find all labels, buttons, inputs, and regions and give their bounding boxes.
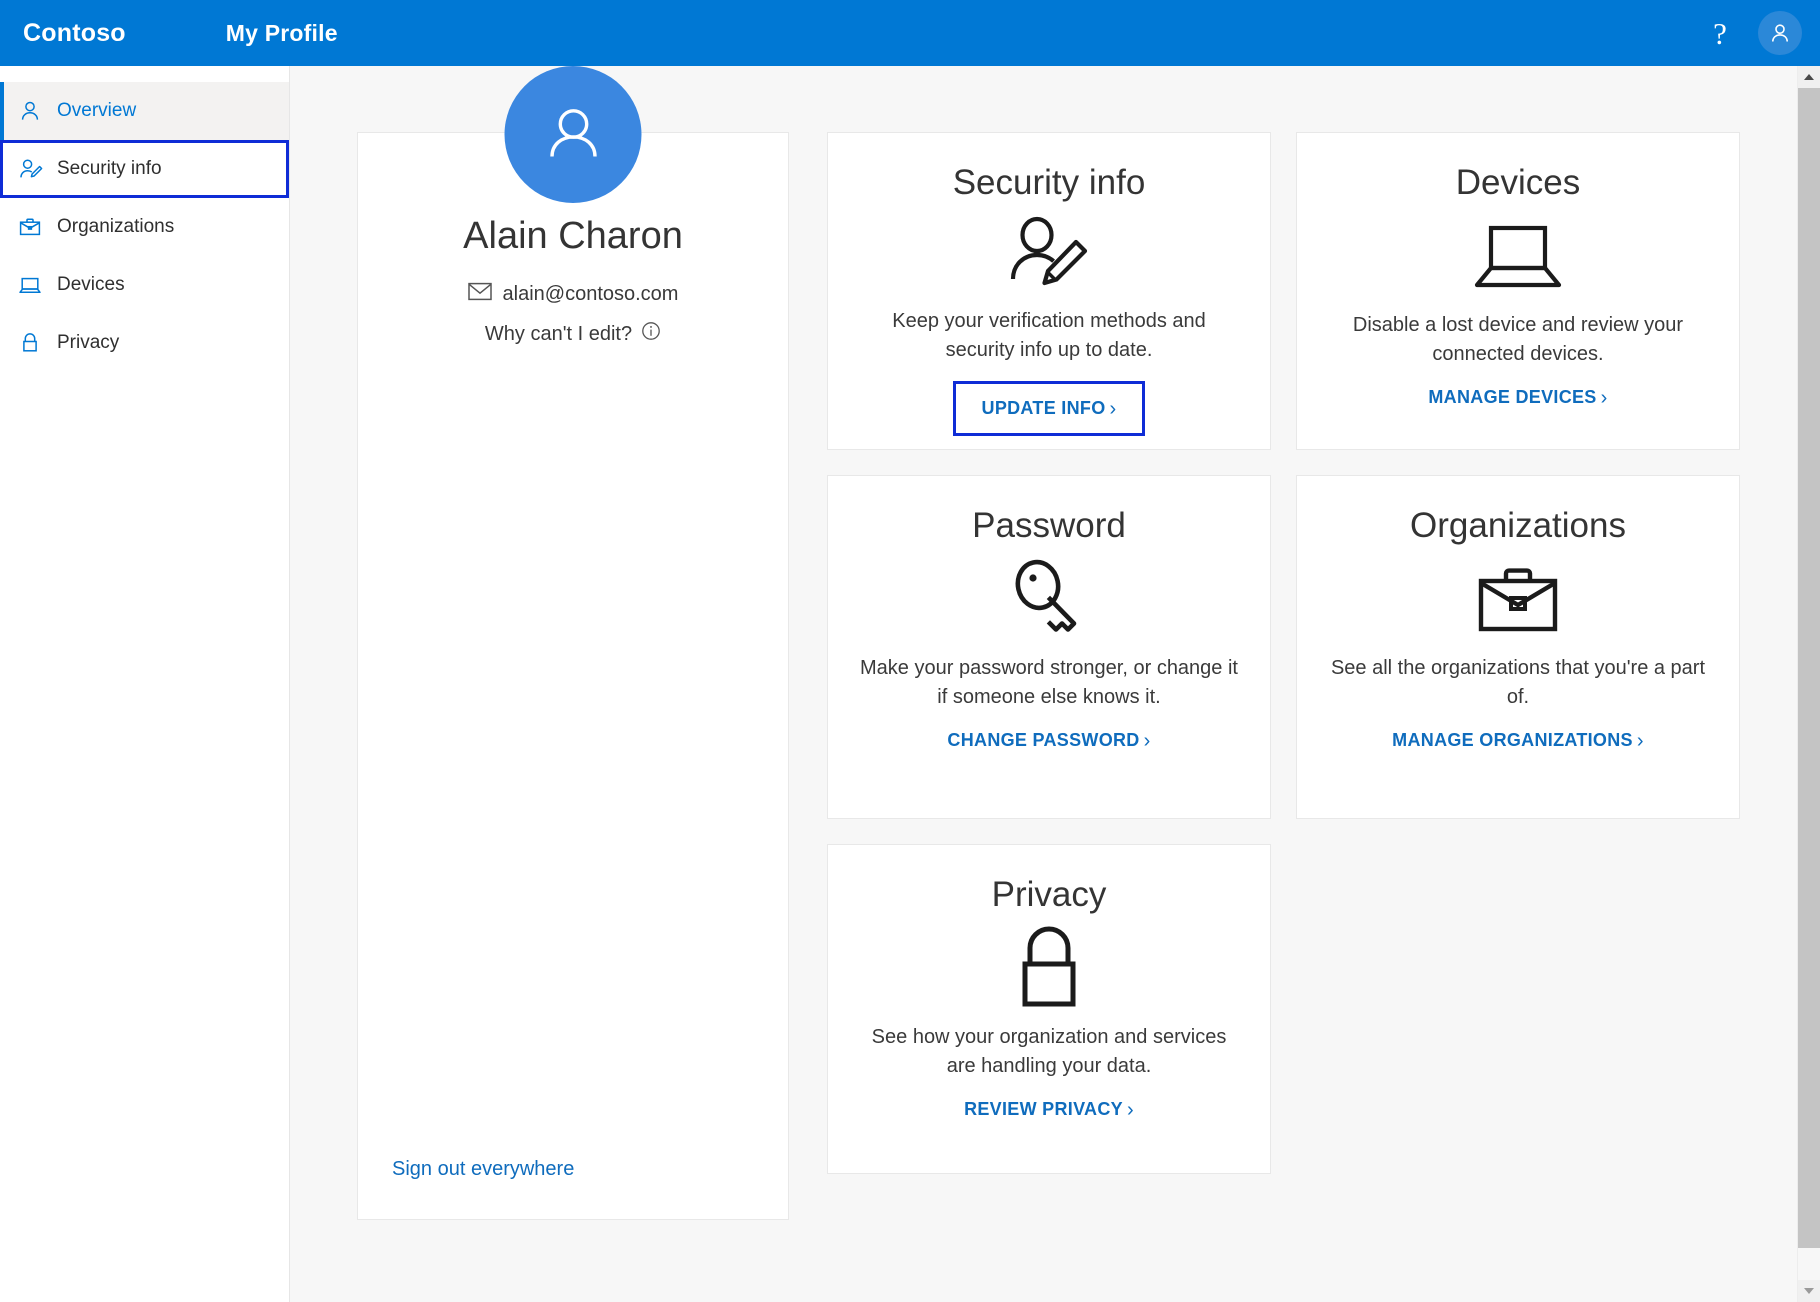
- review-privacy-label: REVIEW PRIVACY: [964, 1099, 1123, 1120]
- top-navigation-bar: Contoso My Profile ?: [0, 0, 1820, 66]
- lock-icon: [1013, 927, 1085, 1011]
- sidebar-item-label: Overview: [57, 100, 136, 122]
- update-info-link[interactable]: UPDATE INFO ›: [953, 381, 1146, 436]
- vertical-scrollbar[interactable]: [1797, 66, 1820, 1302]
- card-privacy: Privacy See how your organization and se…: [827, 844, 1271, 1174]
- scrollbar-thumb[interactable]: [1798, 88, 1820, 1248]
- account-avatar-button[interactable]: [1758, 11, 1802, 55]
- card-organizations: Organizations See all the organizations …: [1296, 475, 1740, 819]
- laptop-icon: [1473, 215, 1563, 299]
- person-icon: [536, 98, 610, 172]
- card-description: See all the organizations that you're a …: [1328, 654, 1708, 712]
- card-title: Password: [972, 506, 1126, 546]
- chevron-right-icon: ›: [1601, 388, 1608, 408]
- card-devices: Devices Disable a lost device and review…: [1296, 132, 1740, 450]
- app-title: My Profile: [226, 20, 338, 47]
- card-password: Password Make your password stronger, or…: [827, 475, 1271, 819]
- card-title: Privacy: [992, 875, 1107, 915]
- chevron-right-icon: ›: [1637, 731, 1644, 751]
- sign-out-everywhere-link[interactable]: Sign out everywhere: [392, 1158, 574, 1181]
- profile-card: Alain Charon alain@contoso.com: [357, 132, 789, 1220]
- topbar-actions: ?: [1700, 11, 1820, 55]
- sidebar-item-label: Security info: [57, 158, 162, 180]
- manage-devices-link[interactable]: MANAGE DEVICES ›: [1424, 385, 1611, 410]
- change-password-link[interactable]: CHANGE PASSWORD ›: [943, 728, 1154, 753]
- manage-devices-label: MANAGE DEVICES: [1428, 387, 1596, 408]
- sidebar-navigation: Overview Security info: [0, 66, 290, 1302]
- card-description: Disable a lost device and review your co…: [1328, 311, 1708, 369]
- my-profile-page: Contoso My Profile ? Ov: [0, 0, 1820, 1302]
- sidebar-item-overview[interactable]: Overview: [0, 82, 289, 140]
- scrollbar-track[interactable]: [1798, 88, 1820, 1280]
- profile-email: alain@contoso.com: [503, 283, 679, 306]
- card-description: See how your organization and services a…: [859, 1023, 1239, 1081]
- lock-icon: [17, 330, 43, 356]
- key-icon: [1008, 558, 1090, 642]
- sidebar-item-organizations[interactable]: Organizations: [0, 198, 289, 256]
- why-cant-i-edit-row[interactable]: Why can't I edit?: [358, 321, 788, 347]
- card-description: Keep your verification methods and secur…: [859, 307, 1239, 365]
- card-title: Devices: [1456, 163, 1580, 203]
- brand-logo[interactable]: Contoso: [23, 19, 126, 48]
- person-icon: [1768, 21, 1792, 45]
- scroll-up-button[interactable]: [1798, 66, 1820, 88]
- avatar: [505, 66, 642, 203]
- change-password-label: CHANGE PASSWORD: [947, 730, 1139, 751]
- profile-column: Alain Charon alain@contoso.com: [357, 132, 789, 1220]
- laptop-icon: [17, 272, 43, 298]
- profile-email-row: alain@contoso.com: [358, 282, 788, 307]
- sidebar-item-label: Privacy: [57, 332, 119, 354]
- person-edit-icon: [1006, 215, 1092, 295]
- update-info-label: UPDATE INFO: [982, 398, 1106, 419]
- manage-organizations-label: MANAGE ORGANIZATIONS: [1392, 730, 1633, 751]
- sidebar-item-label: Devices: [57, 274, 125, 296]
- briefcase-icon: [17, 214, 43, 240]
- chevron-right-icon: ›: [1110, 399, 1117, 419]
- content-layout: Alain Charon alain@contoso.com: [290, 66, 1820, 1220]
- card-description: Make your password stronger, or change i…: [859, 654, 1239, 712]
- email-icon: [468, 282, 492, 307]
- review-privacy-link[interactable]: REVIEW PRIVACY ›: [960, 1097, 1138, 1122]
- chevron-down-icon: [1804, 1288, 1814, 1294]
- cards-grid: Security info Keep your verification met…: [827, 132, 1820, 1220]
- help-icon[interactable]: ?: [1700, 13, 1740, 53]
- chevron-right-icon: ›: [1144, 731, 1151, 751]
- chevron-up-icon: [1804, 74, 1814, 80]
- person-icon: [17, 98, 43, 124]
- page-body: Overview Security info: [0, 66, 1820, 1302]
- profile-name: Alain Charon: [358, 215, 788, 258]
- why-cant-i-edit-label: Why can't I edit?: [485, 323, 632, 346]
- briefcase-icon: [1476, 558, 1560, 642]
- sidebar-item-privacy[interactable]: Privacy: [0, 314, 289, 372]
- card-title: Organizations: [1410, 506, 1626, 546]
- person-edit-icon: [17, 156, 43, 182]
- main-content: Alain Charon alain@contoso.com: [290, 66, 1820, 1302]
- card-security-info: Security info Keep your verification met…: [827, 132, 1271, 450]
- chevron-right-icon: ›: [1127, 1100, 1134, 1120]
- manage-organizations-link[interactable]: MANAGE ORGANIZATIONS ›: [1388, 728, 1648, 753]
- sidebar-item-security-info[interactable]: Security info: [0, 140, 289, 198]
- sidebar-item-label: Organizations: [57, 216, 174, 238]
- card-title: Security info: [953, 163, 1146, 203]
- scroll-down-button[interactable]: [1798, 1280, 1820, 1302]
- sidebar-item-devices[interactable]: Devices: [0, 256, 289, 314]
- info-icon[interactable]: [641, 321, 661, 347]
